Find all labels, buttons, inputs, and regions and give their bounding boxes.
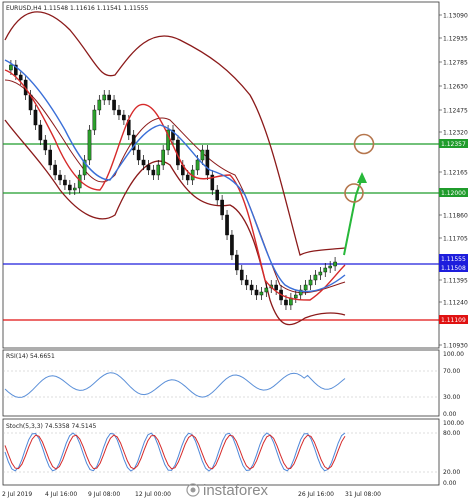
green-upper-value: 1.12357 — [441, 141, 466, 148]
time-tick-label: 31 Jul 08:00 — [345, 491, 381, 498]
time-tick-label: 2 Jul 2019 — [2, 491, 32, 498]
price-tick-label: 1.12165 — [443, 170, 468, 177]
candle-body — [220, 199, 224, 216]
time-tick-label: 4 Jul 16:00 — [45, 491, 77, 498]
candle-body — [9, 64, 13, 71]
stoch-axis: 100.00 80.00 20.00 0.00 — [443, 420, 464, 487]
candle-body — [249, 284, 254, 291]
price-tick-label: 1.12630 — [443, 84, 468, 91]
candle-body — [58, 174, 62, 181]
watermark-brand: instaforex — [203, 482, 269, 499]
stoch-tick-label: 100.00 — [443, 420, 464, 427]
candle-body — [284, 299, 288, 306]
candle-body — [102, 94, 107, 101]
stoch-label: Stoch(5,3,3) 74.5358 74.5145 — [6, 423, 97, 430]
candle-body — [215, 189, 220, 201]
logo-dot-icon — [190, 487, 196, 493]
candle-body — [254, 289, 259, 296]
rsi-tick-label: 70.00 — [443, 368, 460, 375]
main-chart-frame — [2, 1, 440, 349]
rsi-tick-label: 30.00 — [443, 394, 460, 401]
candle-body — [122, 114, 126, 121]
rsi-label: RSI(14) 54.6651 — [6, 353, 55, 360]
candle-body — [239, 269, 244, 281]
price-tick-label: 1.13090 — [443, 13, 468, 20]
candle-body — [136, 149, 141, 161]
candle-body — [161, 149, 165, 166]
candle-body — [38, 124, 43, 141]
price-axis: 1.13090 1.12935 1.12785 1.12630 1.12475 1.123… — [439, 13, 468, 350]
candle-body — [308, 279, 313, 286]
candle-body — [63, 179, 67, 186]
candle-body — [33, 109, 38, 126]
candle-body — [293, 294, 298, 299]
candle-body — [323, 267, 328, 273]
candle-body — [303, 284, 308, 291]
price-tick-label: 1.11395 — [443, 278, 468, 285]
candle-body — [112, 99, 116, 111]
candle-body — [185, 174, 190, 181]
stoch-tick-label: 0.00 — [443, 480, 457, 487]
current-price-value: 1.11555 — [441, 256, 466, 263]
candle-body — [107, 94, 111, 101]
time-tick-label: 26 Jul 16:00 — [298, 491, 334, 498]
candle-body — [146, 164, 151, 171]
stoch-tick-label: 80.00 — [443, 430, 460, 437]
chart-canvas: 1.13090 1.12935 1.12785 1.12630 1.12475 1.123… — [2, 1, 468, 499]
candle-body — [313, 274, 318, 281]
rsi-axis: 100.00 70.00 30.00 0.00 — [443, 351, 464, 418]
red-level-value: 1.11109 — [441, 317, 466, 324]
candle-body — [117, 109, 121, 116]
candle-body — [225, 214, 229, 236]
candle-body — [87, 129, 92, 161]
candle-body — [156, 164, 161, 176]
green-lower-value: 1.12000 — [441, 190, 466, 197]
symbol-header: EURUSD,H4 1.11548 1.11616 1.11541 1.1155… — [6, 5, 148, 12]
candle-body — [43, 139, 48, 151]
candle-body — [200, 149, 205, 161]
candle-body — [48, 149, 53, 166]
price-tick-label: 1.12475 — [443, 108, 468, 115]
candle-body — [244, 279, 249, 286]
rsi-panel-frame — [2, 349, 440, 417]
candle-body — [274, 284, 278, 291]
price-tick-label: 1.10930 — [443, 343, 468, 350]
candle-body — [205, 149, 210, 176]
candle-body — [97, 99, 102, 111]
candle-body — [195, 159, 200, 171]
candle-body — [72, 187, 77, 191]
candle-body — [230, 234, 234, 256]
candle-body — [151, 169, 156, 176]
price-tick-label: 1.11240 — [443, 300, 468, 307]
time-tick-label: 12 Jul 00:00 — [135, 491, 171, 498]
price-tick-label: 1.12320 — [443, 130, 468, 137]
rsi-tick-label: 100.00 — [443, 351, 464, 358]
candle-body — [328, 265, 332, 269]
candle-body — [53, 164, 57, 176]
stoch-tick-label: 20.00 — [443, 469, 460, 476]
candle-body — [68, 184, 72, 191]
candle-body — [18, 74, 23, 81]
price-tick-label: 1.11705 — [443, 236, 468, 243]
price-tick-label: 1.12785 — [443, 60, 468, 67]
candle-body — [333, 261, 337, 267]
candle-body — [259, 291, 264, 296]
price-tick-label: 1.12935 — [443, 36, 468, 43]
price-tick-label: 1.11860 — [443, 213, 468, 220]
candle-body — [92, 109, 97, 131]
candle-body — [235, 254, 239, 271]
time-tick-label: 9 Jul 08:00 — [88, 491, 120, 498]
candle-body — [264, 287, 269, 293]
blue-level-value: 1.11508 — [441, 265, 466, 272]
rsi-tick-label: 0.00 — [443, 411, 457, 418]
candle-body — [141, 159, 146, 166]
candle-body — [318, 271, 323, 276]
